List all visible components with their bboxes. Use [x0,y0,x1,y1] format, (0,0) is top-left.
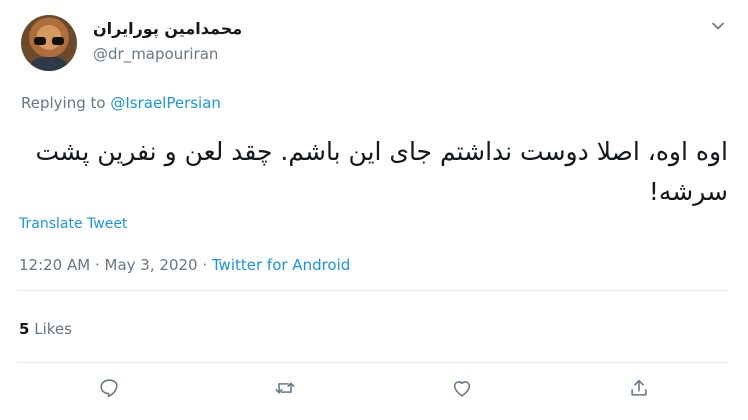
tweet-time[interactable]: 12:20 AM [19,256,90,274]
like-icon [453,381,471,397]
author-handle[interactable]: @dr_mapouriran [93,45,218,63]
share-button[interactable] [624,373,654,403]
reply-button[interactable] [94,373,124,403]
retweet-icon [275,382,295,394]
avatar-glasses [34,37,64,45]
chevron-down-icon[interactable] [708,16,728,36]
likes-number: 5 [19,320,30,338]
replying-prefix: Replying to [21,94,111,112]
reply-icon [100,379,118,398]
likes-label: Likes [29,320,72,338]
tweet-card: محمدامین پورایران @dr_mapouriran Replyin… [0,0,748,420]
author-display-name[interactable]: محمدامین پورایران [93,19,242,38]
avatar-shirt [29,57,69,71]
divider [19,362,728,363]
share-icon [631,379,647,396]
tweet-text: اوه اوه، اصلا دوست نداشتم جای این باشم. … [35,137,729,206]
divider [19,290,728,291]
replying-to: Replying to @IsraelPersian [21,94,221,112]
retweet-button[interactable] [270,373,300,403]
like-button[interactable] [447,373,477,403]
avatar[interactable] [21,15,77,71]
action-bar [0,373,748,403]
tweet-date[interactable]: May 3, 2020 [105,256,198,274]
meta-separator: · [90,256,105,274]
reply-mention-link[interactable]: @IsraelPersian [110,94,221,112]
tweet-source-link[interactable]: Twitter for Android [212,256,350,274]
meta-separator: · [197,256,212,274]
tweet-meta: 12:20 AM · May 3, 2020 · Twitter for And… [19,256,350,274]
translate-tweet-link[interactable]: Translate Tweet [19,216,127,232]
likes-count[interactable]: 5 Likes [19,320,72,338]
